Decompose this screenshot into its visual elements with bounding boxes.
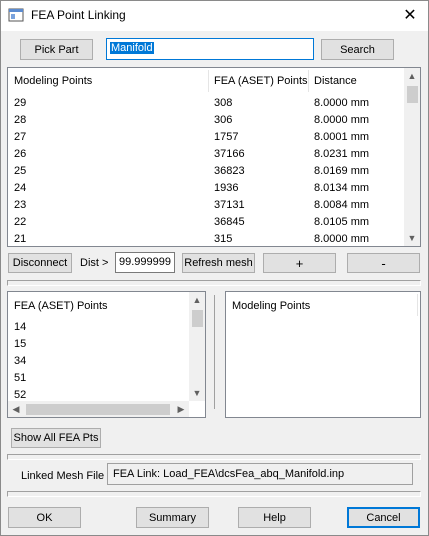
- col-divider: [308, 70, 309, 92]
- disconnect-button[interactable]: Disconnect: [8, 253, 72, 273]
- cell-distance: 8.0001 mm: [314, 131, 370, 143]
- scroll-up-icon[interactable]: ▲: [404, 68, 420, 84]
- fea-list-header: FEA (ASET) Points: [14, 300, 108, 312]
- cell-modeling-point: 27: [14, 131, 27, 143]
- summary-button[interactable]: Summary: [136, 507, 209, 528]
- cell-modeling-point: 23: [14, 199, 27, 211]
- cell-modeling-point: 24: [14, 182, 27, 194]
- list-item[interactable]: 15: [14, 338, 26, 350]
- cell-distance: 8.0105 mm: [314, 216, 370, 228]
- ok-button[interactable]: OK: [8, 507, 81, 528]
- modeling-list-header: Modeling Points: [232, 300, 311, 312]
- cell-distance: 8.0000 mm: [314, 233, 370, 245]
- vertical-divider: [214, 295, 215, 409]
- cell-distance: 8.0084 mm: [314, 199, 370, 211]
- cell-distance: 8.0000 mm: [314, 114, 370, 126]
- separator: [7, 491, 421, 497]
- cell-fea-point: 37166: [214, 148, 245, 160]
- fea-list-horizontal-scrollbar[interactable]: ◀ ▶: [8, 401, 189, 417]
- window-title: FEA Point Linking: [31, 8, 126, 22]
- separator: [7, 280, 421, 286]
- cell-fea-point: 1936: [214, 182, 239, 194]
- cell-distance: 8.0231 mm: [314, 148, 370, 160]
- scroll-left-icon[interactable]: ◀: [8, 401, 24, 417]
- cell-modeling-point: 21: [14, 233, 27, 245]
- col-modeling-points[interactable]: Modeling Points: [14, 75, 92, 87]
- list-item[interactable]: 14: [14, 321, 26, 333]
- cell-fea-point: 37131: [214, 199, 245, 211]
- cell-distance: 8.0000 mm: [314, 97, 370, 109]
- close-icon[interactable]: ✕: [397, 3, 423, 27]
- list-item[interactable]: 51: [14, 372, 26, 384]
- add-link-button[interactable]: +: [263, 253, 336, 273]
- scroll-up-icon[interactable]: ▲: [189, 292, 205, 308]
- scroll-right-icon[interactable]: ▶: [173, 401, 189, 417]
- separator: [7, 454, 421, 460]
- search-button[interactable]: Search: [321, 39, 394, 60]
- list-item[interactable]: 52: [14, 389, 26, 401]
- fea-points-list[interactable]: FEA (ASET) Points 14 15 34 51 52 ▲ ▼ ◀ ▶: [7, 291, 206, 418]
- app-window-icon: [8, 8, 24, 22]
- cancel-button[interactable]: Cancel: [347, 507, 420, 528]
- modeling-points-list[interactable]: Modeling Points: [225, 291, 421, 418]
- cell-modeling-point: 22: [14, 216, 27, 228]
- cell-distance: 8.0134 mm: [314, 182, 370, 194]
- linked-mesh-field: FEA Link: Load_FEA\dcsFea_abq_Manifold.i…: [107, 463, 413, 485]
- scroll-down-icon[interactable]: ▼: [189, 385, 205, 401]
- cell-distance: 8.0169 mm: [314, 165, 370, 177]
- dist-label: Dist >: [80, 257, 109, 269]
- cell-modeling-point: 25: [14, 165, 27, 177]
- col-divider: [208, 70, 209, 92]
- linked-mesh-value: FEA Link: Load_FEA\dcsFea_abq_Manifold.i…: [113, 468, 345, 480]
- dist-value: 99.999999: [119, 256, 171, 268]
- cell-fea-point: 306: [214, 114, 233, 126]
- fea-list-vertical-scrollbar[interactable]: ▲ ▼: [189, 292, 205, 401]
- show-all-fea-button[interactable]: Show All FEA Pts: [11, 428, 101, 448]
- part-name-input[interactable]: Manifold: [106, 38, 314, 60]
- cell-modeling-point: 28: [14, 114, 27, 126]
- cell-modeling-point: 26: [14, 148, 27, 160]
- part-name-value: Manifold: [110, 42, 154, 54]
- cell-fea-point: 315: [214, 233, 233, 245]
- cell-fea-point: 308: [214, 97, 233, 109]
- dist-input[interactable]: 99.999999: [115, 252, 175, 273]
- links-table[interactable]: Modeling Points FEA (ASET) Points Distan…: [7, 67, 421, 247]
- cell-fea-point: 1757: [214, 131, 239, 143]
- list-item[interactable]: 34: [14, 355, 26, 367]
- linked-mesh-label: Linked Mesh File: [21, 470, 105, 482]
- help-button[interactable]: Help: [238, 507, 311, 528]
- pick-part-button[interactable]: Pick Part: [20, 39, 93, 60]
- scroll-thumb[interactable]: [192, 310, 203, 327]
- remove-link-button[interactable]: -: [347, 253, 420, 273]
- scroll-down-icon[interactable]: ▼: [404, 230, 420, 246]
- table-vertical-scrollbar[interactable]: ▲ ▼: [404, 68, 420, 246]
- scroll-thumb[interactable]: [407, 86, 418, 103]
- col-divider: [417, 294, 418, 316]
- scroll-thumb[interactable]: [26, 404, 170, 415]
- refresh-mesh-button[interactable]: Refresh mesh: [182, 253, 255, 273]
- cell-modeling-point: 29: [14, 97, 27, 109]
- col-fea-points[interactable]: FEA (ASET) Points: [214, 75, 308, 87]
- cell-fea-point: 36823: [214, 165, 245, 177]
- cell-fea-point: 36845: [214, 216, 245, 228]
- col-distance[interactable]: Distance: [314, 75, 357, 87]
